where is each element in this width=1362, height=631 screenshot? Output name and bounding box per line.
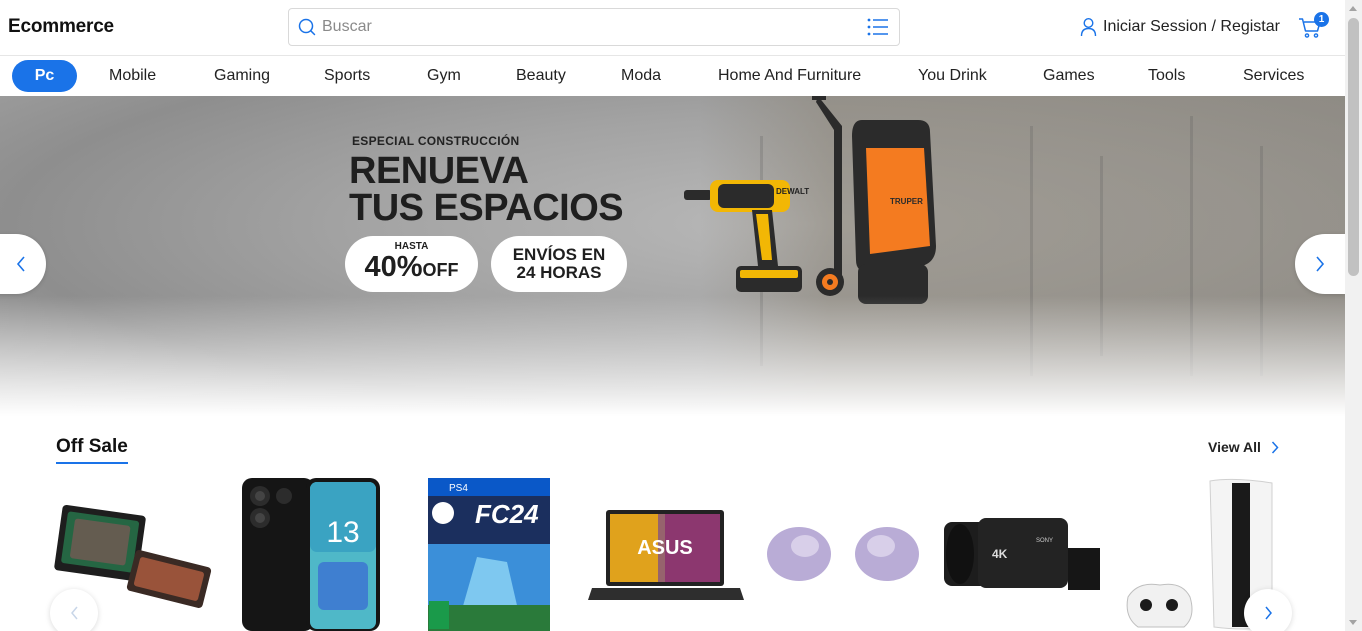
header: Ecommerce Iniciar Session / Registar 1 — [0, 0, 1345, 56]
product-redmi-note-13-phone[interactable]: 13 — [240, 476, 382, 631]
washer-brand: TRUPER — [890, 197, 923, 206]
nav-item-pc[interactable]: Pc — [12, 60, 77, 92]
drill-image: DEWALT — [684, 180, 809, 292]
login-label: Iniciar Session / Registar — [1103, 18, 1280, 35]
camcorder-brand: SONY — [1036, 538, 1053, 544]
nav-item-tools[interactable]: Tools — [1148, 60, 1185, 92]
chevron-left-icon — [70, 606, 78, 620]
user-icon — [1080, 17, 1097, 37]
nav-item-games[interactable]: Games — [1043, 60, 1095, 92]
scroll-up-arrow[interactable] — [1349, 6, 1357, 11]
nav-item-gym[interactable]: Gym — [427, 60, 461, 92]
laptop-screen-logo: ASUS — [637, 537, 693, 559]
hero-headline-line1: RENUEVA — [349, 150, 529, 192]
brand-logo[interactable]: Ecommerce — [8, 16, 114, 38]
products-next-button[interactable] — [1244, 589, 1292, 631]
product-galaxy-buds[interactable] — [765, 524, 925, 586]
shipping-pill: ENVÍOS EN 24 HORAS — [491, 236, 627, 292]
nav-item-services[interactable]: Services — [1243, 60, 1304, 92]
login-link[interactable]: Iniciar Session / Registar — [1080, 17, 1280, 37]
nav-item-mobile[interactable]: Mobile — [109, 60, 156, 92]
discount-value: 40% — [364, 251, 423, 283]
hero-headline: RENUEVA TUS ESPACIOS — [349, 150, 624, 229]
view-all-label: View All — [1208, 439, 1261, 455]
chevron-right-icon — [1271, 440, 1279, 454]
nav-item-home-and-furniture[interactable]: Home And Furniture — [718, 60, 861, 92]
nav-item-sports[interactable]: Sports — [324, 60, 370, 92]
nav-item-you-drink[interactable]: You Drink — [918, 60, 987, 92]
product-asus-laptop[interactable]: ASUS — [588, 508, 746, 604]
list-menu-icon[interactable] — [867, 18, 889, 36]
chevron-left-icon — [16, 256, 25, 272]
discount-pill: HASTA 40%OFF — [345, 236, 478, 292]
hero-kicker: ESPECIAL CONSTRUCCIÓN — [352, 134, 520, 148]
search-input[interactable] — [322, 10, 867, 44]
nav-item-beauty[interactable]: Beauty — [516, 60, 566, 92]
nav-item-moda[interactable]: Moda — [621, 60, 661, 92]
search-bar[interactable] — [288, 8, 900, 46]
search-icon — [298, 18, 316, 36]
product-fc24-ps4-game[interactable]: PS4 FC24 — [427, 477, 551, 631]
page-scrollbar[interactable] — [1345, 0, 1362, 631]
phone-screen-number: 13 — [326, 516, 359, 549]
discount-suffix: OFF — [422, 260, 459, 280]
chevron-right-icon — [1264, 606, 1272, 620]
drill-brand: DEWALT — [776, 187, 809, 196]
hero-banner[interactable]: ESPECIAL CONSTRUCCIÓN RENUEVA TUS ESPACI… — [0, 96, 1345, 416]
pressure-washer-image: TRUPER — [812, 96, 936, 304]
category-nav: Pc Mobile Gaming Sports Gym Beauty Moda … — [0, 56, 1345, 96]
nav-item-gaming[interactable]: Gaming — [214, 60, 270, 92]
game-platform: PS4 — [449, 483, 468, 494]
products-prev-button[interactable] — [50, 589, 98, 631]
camcorder-label: 4K — [992, 547, 1008, 561]
scroll-down-arrow[interactable] — [1349, 620, 1357, 625]
cart-count-badge: 1 — [1314, 12, 1329, 27]
chevron-right-icon — [1316, 256, 1325, 272]
offsale-title: Off Sale — [56, 436, 128, 464]
hero-fade — [0, 296, 1345, 416]
view-all-link[interactable]: View All — [1208, 439, 1279, 455]
shipping-line1: ENVÍOS EN — [512, 245, 606, 264]
scroll-thumb[interactable] — [1348, 18, 1359, 276]
hero-headline-line2: TUS ESPACIOS — [349, 187, 624, 229]
shipping-line2: 24 HORAS — [516, 263, 602, 282]
product-sony-camcorder[interactable]: 4K SONY — [944, 518, 1102, 592]
game-title: FC24 — [475, 499, 539, 529]
